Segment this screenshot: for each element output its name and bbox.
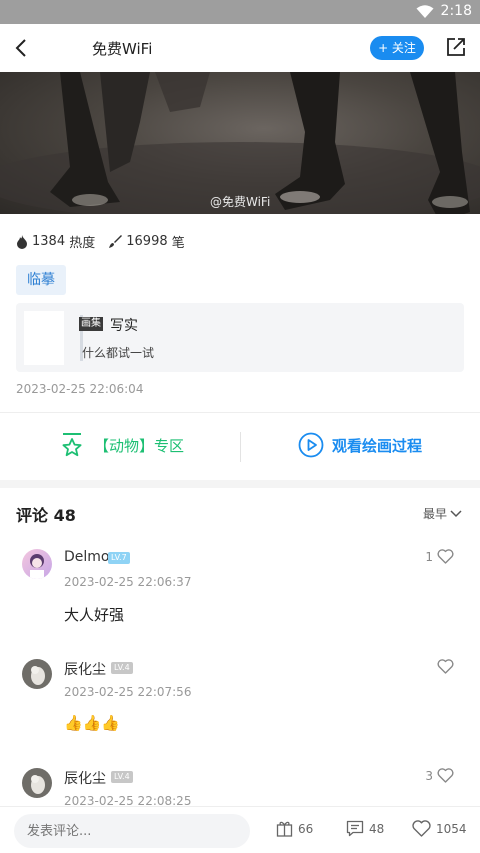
- post-date: 2023-02-25 22:06:04: [16, 382, 144, 396]
- brush-icon: [109, 235, 123, 248]
- comments-button[interactable]: 48: [346, 820, 384, 837]
- album-badge: 画集: [79, 317, 103, 331]
- section-divider: [0, 480, 480, 488]
- back-arrow-icon[interactable]: [10, 36, 34, 60]
- avatar-image: [30, 554, 44, 579]
- comment-icon: [346, 820, 364, 837]
- level-badge: LV.4: [111, 771, 133, 783]
- comment-like-button[interactable]: 3: [425, 768, 454, 783]
- heat-value: 1384: [32, 234, 66, 249]
- watch-process-link[interactable]: 观看绘画过程: [298, 432, 422, 458]
- avatar-image: [31, 775, 45, 794]
- album-description: 什么都试一试: [82, 346, 155, 360]
- comment-count: 48: [369, 821, 385, 836]
- comment-username[interactable]: 辰化尘: [64, 659, 106, 679]
- album-name: 写实: [110, 318, 138, 334]
- play-circle-icon: [298, 432, 324, 458]
- comments-title: 评论 48: [16, 506, 76, 525]
- follow-button[interactable]: + 关注: [370, 36, 424, 60]
- bottom-action-bar: 66 48 1054: [0, 806, 480, 853]
- comment-text: 👍👍👍: [64, 714, 121, 732]
- flame-icon: [17, 234, 27, 249]
- tag-chip[interactable]: 临摹: [16, 265, 66, 295]
- sort-dropdown[interactable]: 最早: [423, 505, 462, 522]
- trophy-star-icon: [62, 433, 82, 457]
- watch-label: 观看绘画过程: [332, 436, 423, 455]
- zone-label: 【动物】专区: [94, 436, 185, 455]
- action-separator: [240, 432, 241, 462]
- sort-label: 最早: [423, 507, 448, 521]
- heart-icon: [437, 659, 454, 674]
- comment-text: 大人好强: [64, 606, 125, 624]
- heart-icon: [437, 549, 454, 564]
- comment-item: Delmo LV.7 2023-02-25 22:06:37 大人好强 1: [0, 541, 480, 649]
- album-thumbnail: [24, 311, 64, 365]
- chevron-down-icon: [450, 509, 462, 517]
- strokes-value: 16998: [126, 234, 168, 249]
- comment-like-count: 3: [425, 768, 433, 783]
- avatar[interactable]: [22, 768, 52, 798]
- top-app-bar: 免费WiFi + 关注: [0, 24, 480, 72]
- avatar-image: [31, 666, 45, 685]
- avatar[interactable]: [22, 659, 52, 689]
- comment-like-count: 1: [425, 549, 433, 564]
- comment-time: 2023-02-25 22:06:37: [64, 575, 192, 589]
- divider: [0, 412, 480, 413]
- heart-icon: [437, 768, 454, 783]
- gift-count: 66: [298, 821, 314, 836]
- level-badge: LV.4: [111, 662, 133, 674]
- heat-label: 热度: [69, 236, 96, 251]
- avatar[interactable]: [22, 549, 52, 579]
- level-badge: LV.7: [108, 552, 130, 564]
- like-count: 1054: [436, 821, 467, 836]
- zone-link[interactable]: 【动物】专区: [60, 432, 184, 458]
- page-title: 免费WiFi: [92, 40, 153, 58]
- strokes-label: 笔: [171, 236, 185, 251]
- like-button[interactable]: 1054: [412, 820, 467, 837]
- image-watermark: @免费WiFi: [210, 195, 271, 209]
- artwork-stats: 1384 热度 16998 笔: [16, 232, 185, 251]
- comment-like-button[interactable]: 1: [425, 549, 454, 564]
- comment-input[interactable]: [14, 814, 250, 848]
- comment-time: 2023-02-25 22:07:56: [64, 685, 192, 699]
- gift-button[interactable]: 66: [276, 820, 313, 837]
- comment-username[interactable]: 辰化尘: [64, 768, 106, 788]
- comment-item: 辰化尘 LV.4 2023-02-25 22:07:56 👍👍👍: [0, 651, 480, 759]
- gift-icon: [276, 821, 293, 837]
- wifi-icon: [416, 5, 434, 18]
- comment-username[interactable]: Delmo: [64, 549, 110, 565]
- artwork-image[interactable]: @免费WiFi: [0, 72, 480, 214]
- comment-like-button[interactable]: [433, 659, 454, 674]
- clock: 2:18: [440, 3, 472, 19]
- heart-icon: [412, 820, 431, 837]
- status-bar: 2:18: [0, 0, 480, 24]
- share-icon[interactable]: [445, 36, 467, 58]
- album-card[interactable]: 画集 写实 什么都试一试: [16, 303, 464, 372]
